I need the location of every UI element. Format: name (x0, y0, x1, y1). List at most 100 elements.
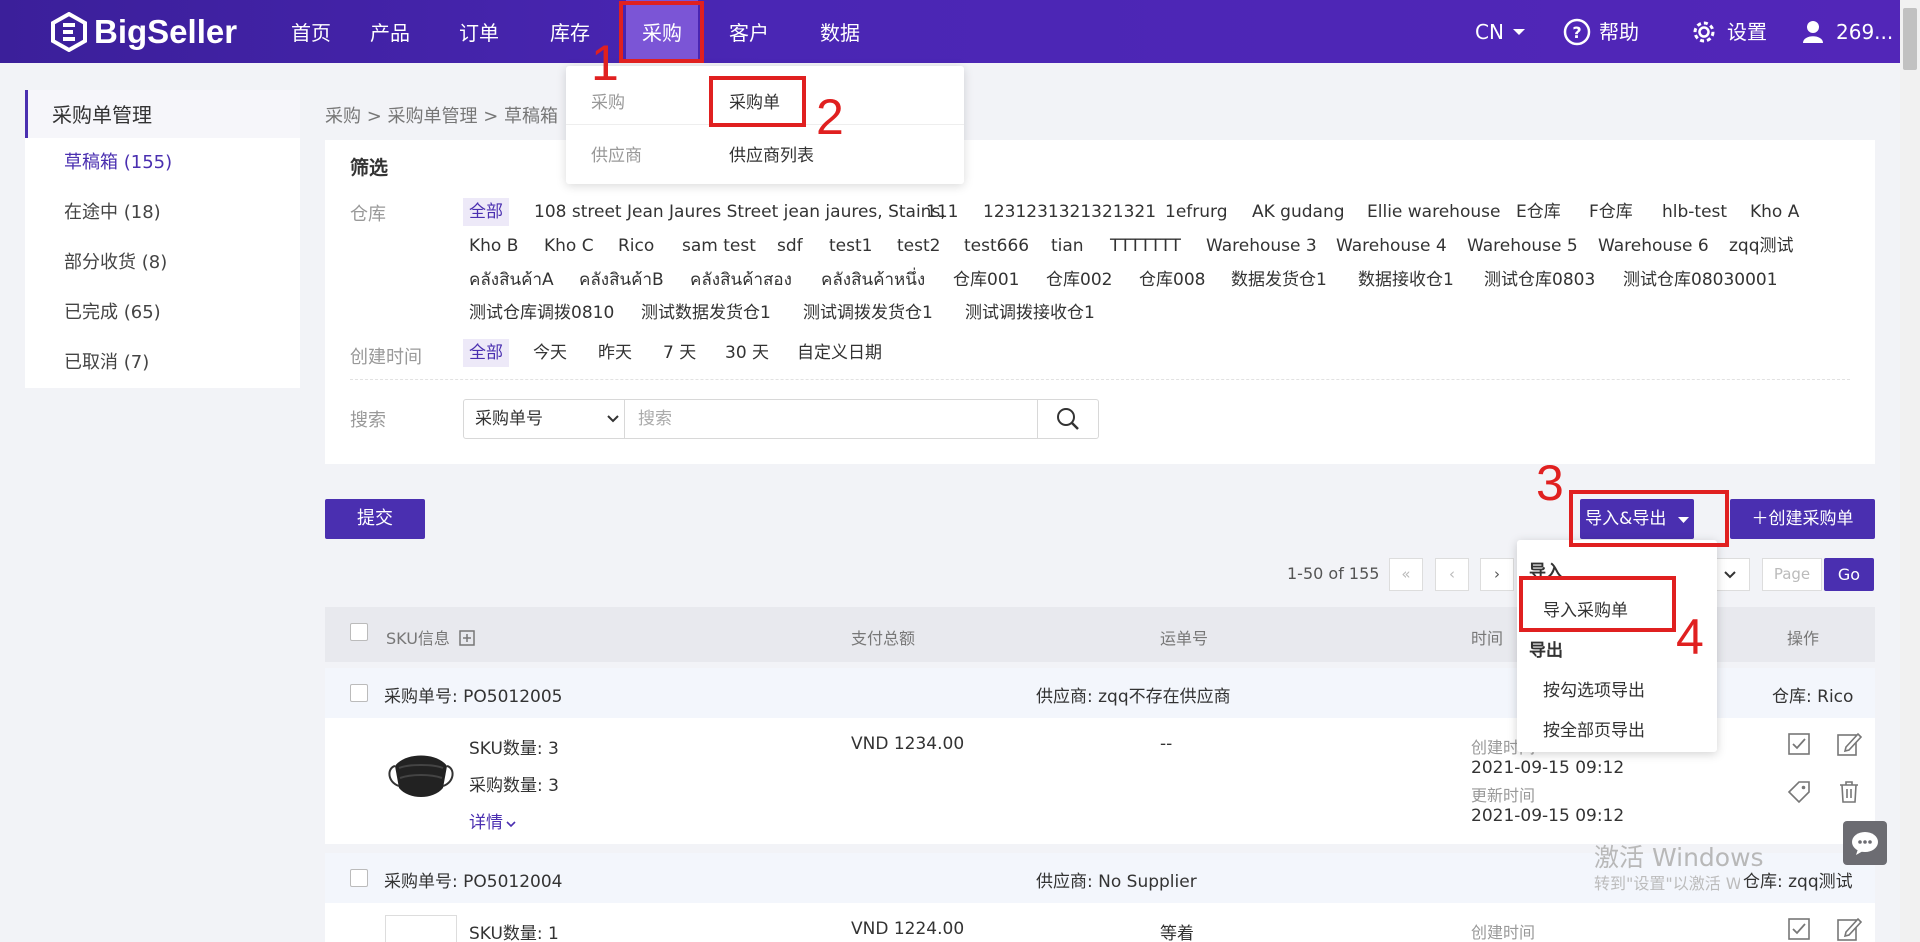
warehouse-chip[interactable]: 测试仓库调拨0810 (463, 299, 620, 327)
warehouse-chip[interactable]: test2 (891, 232, 946, 260)
warehouse-chip[interactable]: sdf (771, 232, 809, 260)
warehouse-chip[interactable]: tian (1045, 232, 1090, 260)
row-checkbox[interactable] (350, 684, 368, 702)
column-tracking-number: 运单号 (1160, 629, 1209, 648)
time-option-today[interactable]: 今天 (527, 339, 573, 367)
next-page-button[interactable]: › (1480, 558, 1514, 591)
warehouse-chip[interactable]: Warehouse 3 (1200, 232, 1323, 260)
help-button[interactable]: ? 帮助 (1563, 0, 1639, 63)
warehouse-chip[interactable]: 测试仓库08030001 (1617, 266, 1784, 294)
warehouse-chip[interactable]: sam test (676, 232, 762, 260)
warehouse-chip[interactable]: คลังสินค้าB (573, 266, 670, 294)
warehouse-chip[interactable]: 数据发货仓1 (1225, 266, 1333, 294)
product-image-placeholder[interactable] (385, 915, 457, 942)
warehouse-chip[interactable]: 数据接收仓1 (1352, 266, 1460, 294)
time-option-7days[interactable]: 7 天 (657, 339, 702, 367)
warehouse-chip[interactable]: Kho C (538, 232, 600, 260)
warehouse-chip[interactable]: Warehouse 4 (1330, 232, 1453, 260)
warehouse-chip[interactable]: Rico (612, 232, 660, 260)
sidebar-item-in-transit[interactable]: 在途中 (18) (25, 188, 300, 238)
warehouse-chip[interactable]: คลังสินค้าA (463, 266, 560, 294)
scrollbar-thumb[interactable] (1903, 8, 1917, 70)
warehouse-chip[interactable]: hlb-test (1656, 198, 1733, 226)
warehouse-chip[interactable]: 测试调拨发货仓1 (797, 299, 939, 327)
detail-link[interactable]: 详情 (469, 808, 516, 833)
approve-icon[interactable] (1787, 917, 1811, 941)
chat-support-button[interactable] (1843, 821, 1887, 865)
submit-button[interactable]: 提交 (325, 499, 425, 539)
warehouse-chip[interactable]: 108 street Jean Jaures Street jean jaure… (528, 198, 952, 226)
warehouse-chip[interactable]: 仓库008 (1133, 266, 1211, 294)
time-option-30days[interactable]: 30 天 (719, 339, 775, 367)
time-option-yesterday[interactable]: 昨天 (592, 339, 638, 367)
sidebar-title[interactable]: 采购单管理 (25, 90, 300, 138)
warehouse-chip[interactable]: AK gudang (1246, 198, 1351, 226)
nav-data[interactable]: 数据 (805, 0, 875, 63)
column-sku-info: SKU信息 (386, 625, 475, 649)
first-page-button[interactable]: « (1389, 558, 1423, 591)
menu-item-supplier-list[interactable]: 供应商列表 (729, 141, 814, 166)
settings-button[interactable]: 设置 (1689, 0, 1767, 63)
warehouse-chip[interactable]: 仓库002 (1040, 266, 1118, 294)
search-input[interactable]: 搜索 (624, 399, 1038, 439)
warehouse-chip[interactable]: 测试调拨接收仓1 (959, 299, 1101, 327)
sidebar-item-cancelled[interactable]: 已取消 (7) (25, 338, 300, 388)
user-menu[interactable]: 269... (1802, 0, 1893, 63)
warehouse-chip[interactable]: TTTTTTT (1104, 232, 1187, 260)
search-icon (1057, 408, 1079, 430)
trash-icon[interactable] (1837, 780, 1861, 804)
nav-orders[interactable]: 订单 (444, 0, 514, 63)
annotation-number: 3 (1536, 455, 1564, 511)
warehouse-chip[interactable]: 测试仓库0803 (1478, 266, 1601, 294)
chevron-down-icon (607, 415, 619, 423)
language-selector[interactable]: CN (1475, 0, 1526, 63)
approve-icon[interactable] (1787, 732, 1811, 756)
export-selected-item[interactable]: 按勾选项导出 (1543, 676, 1645, 701)
row-checkbox[interactable] (350, 869, 368, 887)
tag-icon[interactable] (1787, 780, 1811, 804)
warehouse-chip[interactable]: zqq测试 (1723, 232, 1800, 260)
edit-icon[interactable] (1836, 731, 1862, 757)
nav-customers[interactable]: 客户 (714, 0, 784, 63)
nav-products[interactable]: 产品 (355, 0, 425, 63)
warehouse-chip[interactable]: Ellie warehouse (1361, 198, 1506, 226)
edit-icon[interactable] (1836, 916, 1862, 942)
expand-icon[interactable] (459, 630, 475, 646)
warehouse-chip[interactable]: 测试数据发货仓1 (635, 299, 777, 327)
time-option-all[interactable]: 全部 (463, 339, 509, 367)
bigseller-logo[interactable]: BigSeller (50, 12, 237, 52)
sku-count: SKU数量: 3 (469, 739, 559, 759)
warehouse-chip[interactable]: F仓库 (1583, 198, 1639, 226)
warehouse-chip[interactable]: E仓库 (1510, 198, 1567, 226)
warehouse-chip[interactable]: คลังสินค้าหนึ่ง (815, 266, 931, 294)
select-all-checkbox[interactable] (350, 623, 368, 641)
warehouse-chip[interactable]: Warehouse 5 (1461, 232, 1584, 260)
go-button[interactable]: Go (1824, 558, 1874, 591)
warehouse-chip[interactable]: คลังสินค้าสอง (684, 266, 798, 294)
warehouse-chip[interactable]: Warehouse 6 (1592, 232, 1715, 260)
product-image[interactable] (385, 738, 457, 810)
page-scrollbar[interactable] (1900, 0, 1920, 942)
page-number-input[interactable]: Page (1762, 558, 1822, 591)
time-option-custom[interactable]: 自定义日期 (791, 339, 888, 367)
warehouse-chip[interactable]: test666 (958, 232, 1035, 260)
warehouse-chip[interactable]: 仓库001 (947, 266, 1025, 294)
create-purchase-order-button[interactable]: ＋创建采购单 (1730, 499, 1875, 539)
search-type-select[interactable]: 采购单号 (463, 399, 625, 439)
warehouse-chip[interactable]: 全部 (463, 198, 509, 226)
detail-link-label: 详情 (469, 813, 503, 833)
warehouse-chip[interactable]: 1231231321321321 (977, 198, 1162, 226)
nav-home[interactable]: 首页 (276, 0, 346, 63)
help-label: 帮助 (1599, 19, 1639, 44)
warehouse-chip[interactable]: Kho B (463, 232, 524, 260)
warehouse-chip[interactable]: 111 (920, 198, 964, 226)
warehouse-chip[interactable]: Kho A (1744, 198, 1805, 226)
sidebar-item-drafts[interactable]: 草稿箱 (155) (25, 138, 300, 188)
warehouse-chip[interactable]: test1 (823, 232, 878, 260)
sidebar-item-partial-received[interactable]: 部分收货 (8) (25, 238, 300, 288)
export-all-pages-item[interactable]: 按全部页导出 (1543, 716, 1645, 741)
sidebar-item-completed[interactable]: 已完成 (65) (25, 288, 300, 338)
warehouse-chip[interactable]: 1efrurg (1159, 198, 1234, 226)
search-button[interactable] (1037, 399, 1099, 439)
prev-page-button[interactable]: ‹ (1435, 558, 1469, 591)
